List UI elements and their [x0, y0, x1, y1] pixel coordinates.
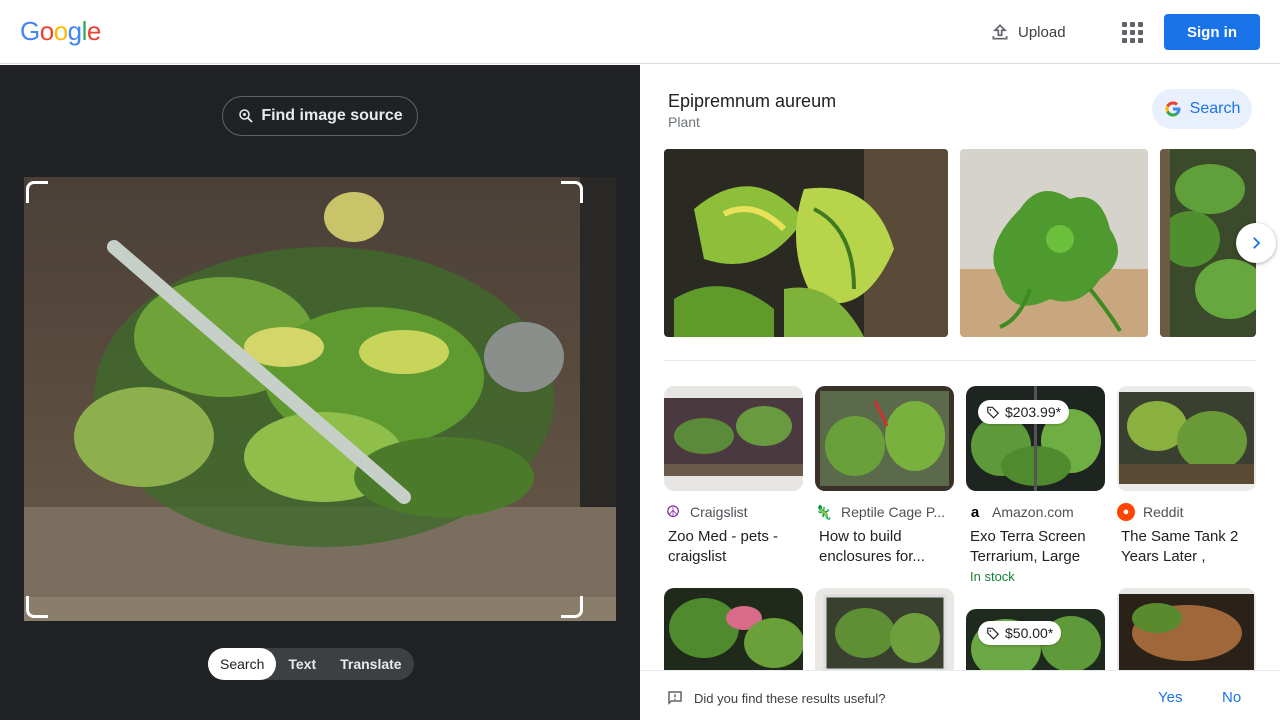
result-thumbnail: [1117, 386, 1256, 491]
result-card[interactable]: ☮ Craigslist Zoo Med - pets - craigslist: [664, 386, 803, 567]
find-image-source-label: Find image source: [261, 107, 403, 124]
amazon-icon: a: [970, 503, 980, 521]
top-bar: Google Upload Sign in: [0, 0, 1280, 64]
result-source: a Amazon.com: [966, 503, 1105, 521]
result-thumbnail: $203.99*: [966, 386, 1105, 491]
upload-icon: [992, 24, 1008, 40]
upload-button[interactable]: Upload: [990, 18, 1066, 46]
feedback-icon: [668, 691, 682, 706]
reptile-icon: 🦎: [815, 503, 833, 520]
result-thumbnail: [815, 386, 954, 491]
google-search-button[interactable]: Search: [1152, 89, 1252, 129]
feedback-question: Did you find these results useful?: [694, 691, 886, 706]
result-thumbnail: [664, 386, 803, 491]
next-images-button[interactable]: [1236, 223, 1276, 263]
feedback-bar: Did you find these results useful? Yes N…: [640, 670, 1280, 720]
mode-selector: Search Text Translate: [208, 648, 414, 680]
image-search-icon: [239, 109, 253, 123]
result-title[interactable]: Exo Terra Screen Terrarium, Large: [966, 527, 1105, 567]
result-title[interactable]: How to build enclosures for...: [815, 527, 954, 567]
crop-corner-bottom-right[interactable]: [561, 596, 583, 618]
stock-status: In stock: [970, 569, 1015, 584]
upload-label: Upload: [1018, 23, 1066, 41]
result-source: 🦎 Reptile Cage P...: [815, 503, 946, 521]
result-card[interactable]: 🦎 Reptile Cage P... How to build enclosu…: [815, 386, 954, 567]
crop-corner-bottom-left[interactable]: [26, 596, 48, 618]
result-source: ● Reddit: [1117, 503, 1256, 521]
crop-corner-top-left[interactable]: [26, 181, 48, 203]
crop-corner-top-right[interactable]: [561, 181, 583, 203]
apps-grid-icon[interactable]: [1120, 20, 1144, 44]
mode-tab-translate[interactable]: Translate: [328, 648, 413, 680]
result-card[interactable]: $203.99* a Amazon.com Exo Terra Screen T…: [966, 386, 1105, 584]
reddit-icon: ●: [1117, 503, 1135, 521]
mode-tab-search[interactable]: Search: [208, 648, 277, 680]
sign-in-button[interactable]: Sign in: [1164, 14, 1260, 50]
entity-image-2[interactable]: [960, 149, 1148, 337]
chevron-right-icon: [1253, 237, 1261, 249]
price-tag: $203.99*: [978, 400, 1070, 424]
entity-title[interactable]: Epipremnum aureum: [668, 91, 836, 112]
result-title[interactable]: Zoo Med - pets - craigslist: [664, 527, 803, 567]
result-thumbnail[interactable]: $50.00*: [966, 609, 1105, 670]
price-tag: $50.00*: [978, 621, 1062, 645]
google-g-icon: [1165, 101, 1181, 117]
result-title[interactable]: The Same Tank 2 Years Later , back...: [1117, 527, 1256, 567]
tag-icon: [987, 627, 1000, 640]
entity-image-1[interactable]: [664, 149, 948, 337]
query-image[interactable]: [24, 177, 616, 621]
results-panel: Epipremnum aureum Plant Search ☮ Craigsl…: [640, 65, 1280, 720]
feedback-yes-button[interactable]: Yes: [1158, 689, 1182, 706]
google-logo[interactable]: Google: [20, 16, 101, 47]
find-image-source-button[interactable]: Find image source: [222, 96, 418, 136]
google-search-label: Search: [1189, 100, 1241, 117]
tag-icon: [987, 406, 1000, 419]
feedback-no-button[interactable]: No: [1222, 689, 1241, 706]
divider: [664, 360, 1256, 361]
result-card[interactable]: ● Reddit The Same Tank 2 Years Later , b…: [1117, 386, 1256, 567]
result-thumbnail[interactable]: [1117, 588, 1256, 670]
mode-tab-text[interactable]: Text: [276, 648, 328, 680]
result-source: ☮ Craigslist: [665, 504, 748, 521]
entity-subtitle: Plant: [668, 114, 700, 130]
query-image-panel: Find image source Search Text Translate: [0, 65, 640, 720]
peace-icon: ☮: [665, 504, 681, 521]
result-thumbnail[interactable]: [664, 588, 803, 670]
result-thumbnail[interactable]: [815, 588, 954, 670]
